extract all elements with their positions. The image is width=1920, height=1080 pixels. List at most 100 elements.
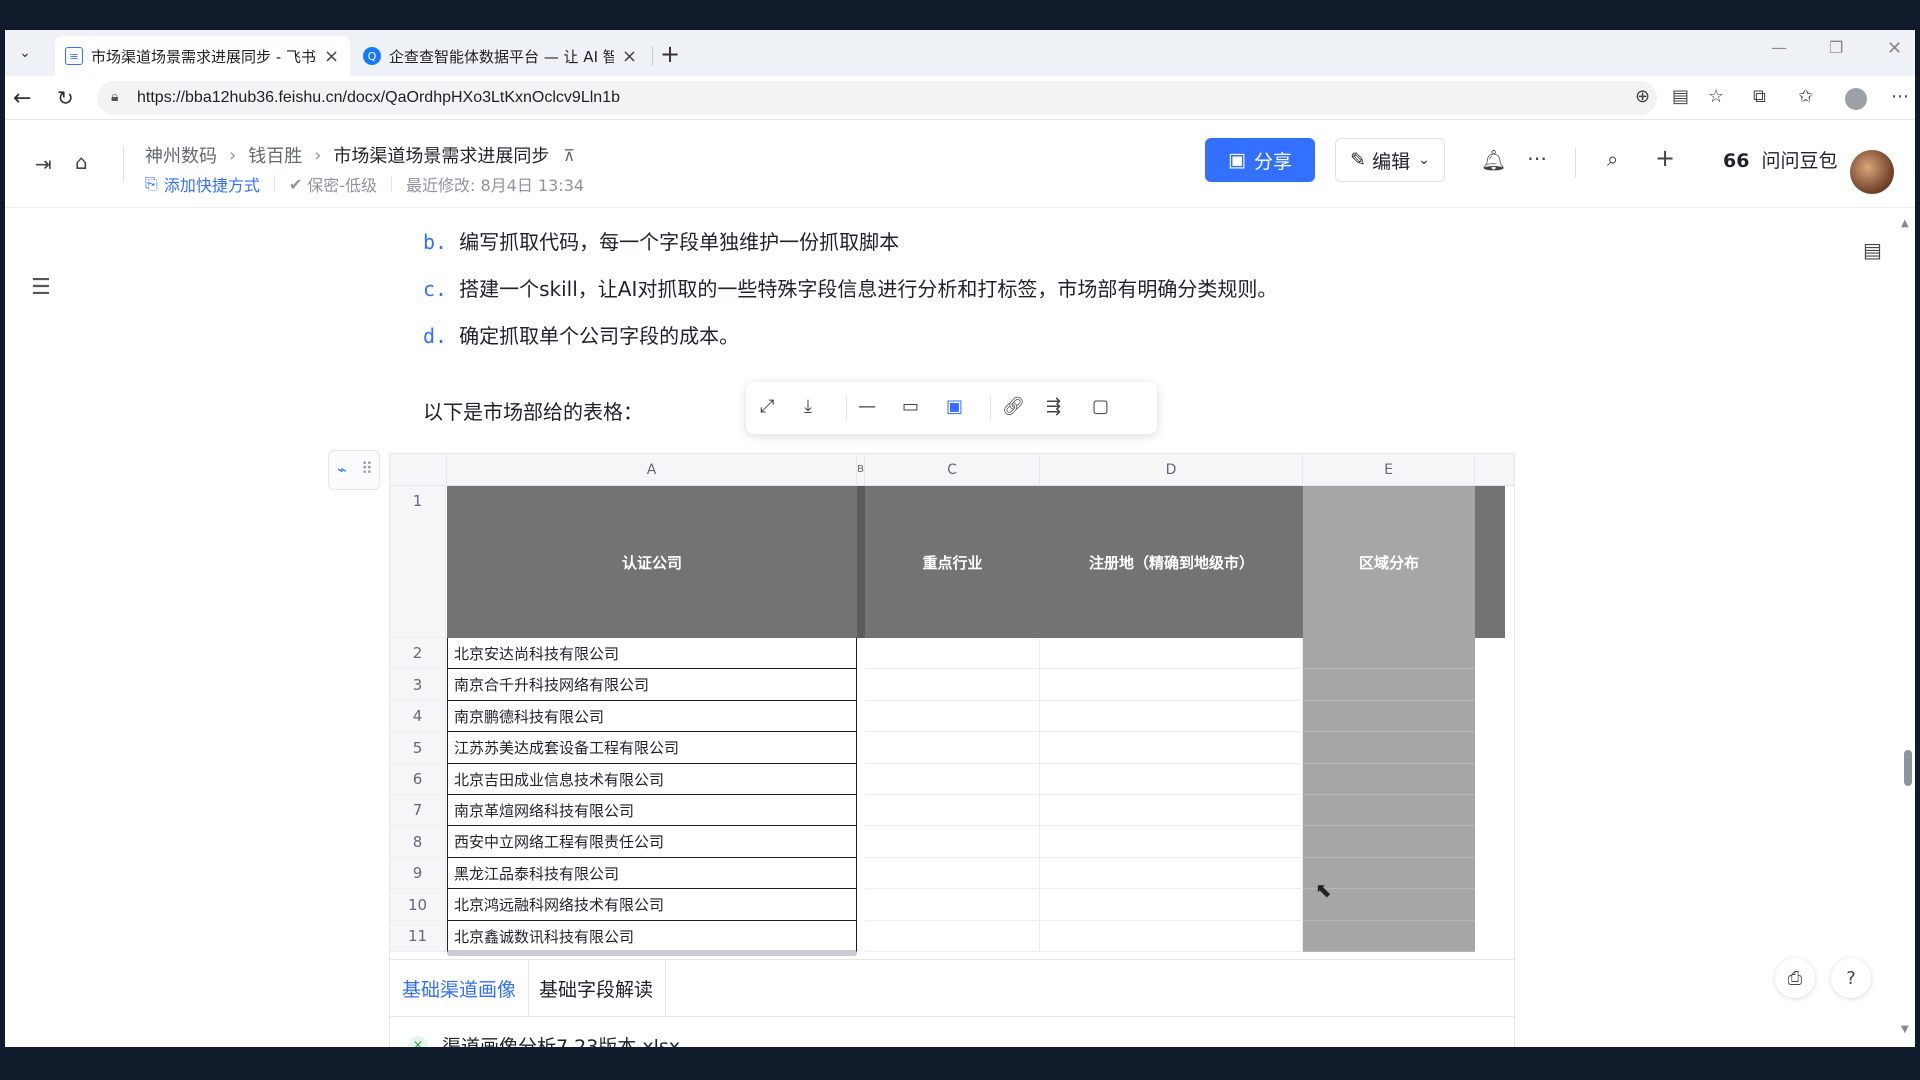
row-header[interactable]: 6 [390,764,446,795]
header-cell-b[interactable] [857,486,865,638]
reader-mode-icon[interactable]: ▤ [1672,86,1689,107]
region-cell[interactable] [1040,889,1303,921]
company-cell[interactable]: 黑龙江品泰科技有限公司 [447,858,857,889]
industry-cell[interactable] [865,732,1040,764]
column-header-a[interactable]: A [447,454,857,486]
pin-icon[interactable]: ⊼ [563,146,575,165]
ask-doubao-button[interactable]: 66 问问豆包 [1723,146,1838,173]
row-header[interactable]: 4 [390,701,446,732]
column-header-d[interactable]: D [1040,454,1303,486]
add-shortcut-link[interactable]: ⎘ 添加快捷方式 [145,172,260,196]
tab-feishu-doc[interactable]: ≡ 市场渠道场景需求进展同步 - 飞书 × [55,36,350,76]
row-header[interactable]: 5 [390,732,446,764]
file-attachment[interactable]: × 渠道画像分析7.23版本.xlsx [390,1016,1514,1047]
page-width-icon[interactable]: ▭ [902,396,919,417]
company-cell[interactable]: 北京鸿远融科网络技术有限公司 [447,889,857,921]
company-cell[interactable]: 南京革煊网络科技有限公司 [447,795,857,826]
expand-icon[interactable]: ⤢ [760,396,774,417]
sidebar-toggle-icon[interactable]: ⇥ [35,152,52,176]
link-icon[interactable]: 🔗︎ [1002,396,1025,417]
region-cell[interactable] [1040,638,1303,669]
company-cell[interactable]: 南京合千升科技网络有限公司 [447,669,857,701]
block-handle[interactable]: ⌁ ⠿ [328,450,380,490]
comment-icon[interactable]: ▢ [1092,396,1109,417]
tab-qcc[interactable]: Q 企查查智能体数据平台 — 让 AI 智 × [353,36,648,76]
company-cell[interactable]: 北京鑫诚数讯科技有限公司 [447,921,857,952]
industry-cell[interactable] [865,764,1040,795]
distribution-cell[interactable] [1303,669,1475,701]
company-cell[interactable]: 南京鹏德科技有限公司 [447,701,857,732]
region-cell[interactable] [1040,701,1303,732]
industry-cell[interactable] [865,858,1040,889]
security-level[interactable]: ✔︎ 保密-低级 [289,172,377,196]
profile-icon[interactable] [1845,88,1867,110]
company-cell[interactable]: 江苏苏美达成套设备工程有限公司 [447,732,857,764]
reload-icon[interactable]: ↻ [57,86,74,110]
row-header[interactable]: 3 [390,669,446,701]
wrap-text-icon[interactable]: ⇶ [1046,396,1061,417]
distribution-cell[interactable] [1303,732,1475,764]
more-icon[interactable]: ⋯ [1527,146,1547,170]
close-icon[interactable]: × [324,46,339,67]
company-cell[interactable]: 西安中立网络工程有限责任公司 [447,826,857,858]
row-header[interactable]: 11 [390,921,446,952]
header-cell-industry[interactable]: 重点行业 [865,486,1040,638]
restore-icon[interactable]: ❐ [1829,38,1843,57]
horizontal-scrollbar[interactable] [447,950,857,956]
extensions-icon[interactable]: ⧉ [1753,86,1766,107]
region-cell[interactable] [1040,764,1303,795]
industry-cell[interactable] [865,889,1040,921]
favorite-star-icon[interactable]: ☆ [1708,86,1724,107]
row-header[interactable]: 9 [390,858,446,889]
distribution-cell[interactable] [1303,826,1475,858]
distribution-cell[interactable] [1303,764,1475,795]
breadcrumb-item[interactable]: 神州数码 [145,142,217,168]
scroll-up-icon[interactable]: ▲ [1901,218,1909,229]
company-cell[interactable]: 北京安达尚科技有限公司 [447,638,857,669]
download-icon[interactable]: ⤓ [804,396,812,417]
avatar[interactable] [1850,150,1894,194]
column-header-e[interactable]: E [1303,454,1475,486]
distribution-cell[interactable] [1303,638,1475,669]
site-info-icon[interactable]: 🔒︎ [111,89,118,105]
industry-cell[interactable] [865,826,1040,858]
breadcrumb-item[interactable]: 钱百胜 [248,142,302,168]
industry-cell[interactable] [865,921,1040,952]
company-cell[interactable]: 北京吉田成业信息技术有限公司 [447,764,857,795]
scroll-down-icon[interactable]: ▼ [1901,1024,1909,1035]
page-scrollbar-thumb[interactable] [1904,750,1912,786]
industry-cell[interactable] [865,669,1040,701]
header-cell-region[interactable]: 注册地（精确到地级市） [1040,486,1303,638]
region-cell[interactable] [1040,669,1303,701]
distribution-cell[interactable] [1303,701,1475,732]
doc-title[interactable]: 市场渠道场景需求进展同步 [333,142,549,168]
outline-menu-icon[interactable]: ☰ [31,275,51,300]
new-tab-plus-icon[interactable]: + [660,40,680,68]
column-header-b[interactable]: B [857,454,865,486]
row-header[interactable]: 10 [390,889,446,921]
comments-panel-icon[interactable]: ▤ [1863,238,1882,262]
column-header-f[interactable] [1475,454,1514,486]
back-arrow-icon[interactable]: ← [13,86,31,111]
line-width-icon[interactable]: — [858,396,876,417]
tab-list-chevron-icon[interactable]: ⌄ [13,41,37,65]
zoom-icon[interactable]: ⊕ [1635,86,1650,107]
industry-cell[interactable] [865,638,1040,669]
column-header-c[interactable]: C [865,454,1040,486]
header-cell-distribution[interactable]: 区域分布 [1303,486,1475,638]
row-header[interactable]: 2 [390,638,446,669]
row-header[interactable]: 1 [390,486,446,638]
bell-icon[interactable]: 🔔︎ [1481,148,1506,172]
browser-menu-icon[interactable]: ⋯ [1891,86,1909,107]
header-cell-company[interactable]: 认证公司 [447,486,857,638]
edit-button[interactable]: ✎ 编辑 ⌄ [1335,138,1445,182]
help-icon[interactable]: ? [1831,958,1871,998]
region-cell[interactable] [1040,732,1303,764]
home-icon[interactable]: ⌂ [75,150,88,174]
distribution-cell[interactable] [1303,795,1475,826]
region-cell[interactable] [1040,858,1303,889]
row-header[interactable]: 8 [390,826,446,858]
row-header[interactable]: 7 [390,795,446,826]
industry-cell[interactable] [865,701,1040,732]
plus-icon[interactable]: + [1655,144,1675,172]
